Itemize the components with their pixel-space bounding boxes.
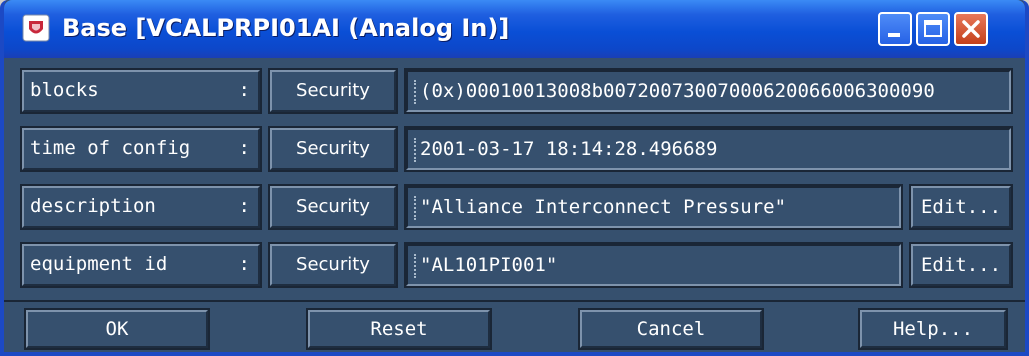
security-button[interactable]: Security <box>268 68 398 114</box>
value-field[interactable]: "AL101PI001" <box>404 242 903 288</box>
attribute-select-label: blocks <box>30 79 99 101</box>
ok-button[interactable]: OK <box>24 308 210 350</box>
attribute-row: description : Security "Alliance Interco… <box>18 180 1013 234</box>
maximize-button[interactable] <box>916 12 950 46</box>
minimize-button[interactable] <box>878 12 912 46</box>
value-text: (0x)00010013008b007200730070006200660063… <box>420 80 935 102</box>
value-field[interactable]: (0x)00010013008b007200730070006200660063… <box>404 68 1013 114</box>
attribute-select[interactable]: description : <box>20 184 262 230</box>
title-bar[interactable]: Base [VCALPRPI01AI (Analog In)] <box>4 0 1025 58</box>
security-button[interactable]: Security <box>268 184 398 230</box>
reset-button[interactable]: Reset <box>306 308 492 350</box>
attribute-select[interactable]: time of config : <box>20 126 262 172</box>
security-button[interactable]: Security <box>268 242 398 288</box>
edit-button[interactable]: Edit... <box>909 184 1013 230</box>
select-indicator: : <box>238 79 250 101</box>
attribute-row: equipment id : Security "AL101PI001" Edi… <box>18 238 1013 292</box>
close-button[interactable] <box>954 12 988 46</box>
value-text: 2001-03-17 18:14:28.496689 <box>420 138 718 160</box>
dialog-window: Base [VCALPRPI01AI (Analog In)] blocks :… <box>0 0 1029 356</box>
cancel-button[interactable]: Cancel <box>578 308 764 350</box>
select-indicator: : <box>238 195 250 217</box>
edit-button[interactable]: Edit... <box>909 242 1013 288</box>
attribute-select-label: equipment id <box>30 253 168 275</box>
value-text: "AL101PI001" <box>420 254 558 276</box>
maximize-icon <box>924 20 942 37</box>
close-icon <box>962 20 980 38</box>
value-text: "Alliance Interconnect Pressure" <box>420 196 787 218</box>
button-bar: OK Reset Cancel Help... <box>4 300 1025 352</box>
attribute-select-label: time of config <box>30 137 191 159</box>
attribute-select-label: description <box>30 195 156 217</box>
select-indicator: : <box>238 137 250 159</box>
select-indicator: : <box>238 253 250 275</box>
help-button[interactable]: Help... <box>858 308 1008 350</box>
security-button[interactable]: Security <box>268 126 398 172</box>
attribute-select[interactable]: equipment id : <box>20 242 262 288</box>
app-icon[interactable] <box>22 14 50 42</box>
window-title: Base [VCALPRPI01AI (Analog In)] <box>62 14 510 42</box>
attribute-select[interactable]: blocks : <box>20 68 262 114</box>
minimize-icon <box>888 33 900 37</box>
attribute-row: time of config : Security 2001-03-17 18:… <box>18 122 1013 176</box>
value-field[interactable]: "Alliance Interconnect Pressure" <box>404 184 903 230</box>
attribute-row: blocks : Security (0x)00010013008b007200… <box>18 64 1013 118</box>
value-field[interactable]: 2001-03-17 18:14:28.496689 <box>404 126 1013 172</box>
